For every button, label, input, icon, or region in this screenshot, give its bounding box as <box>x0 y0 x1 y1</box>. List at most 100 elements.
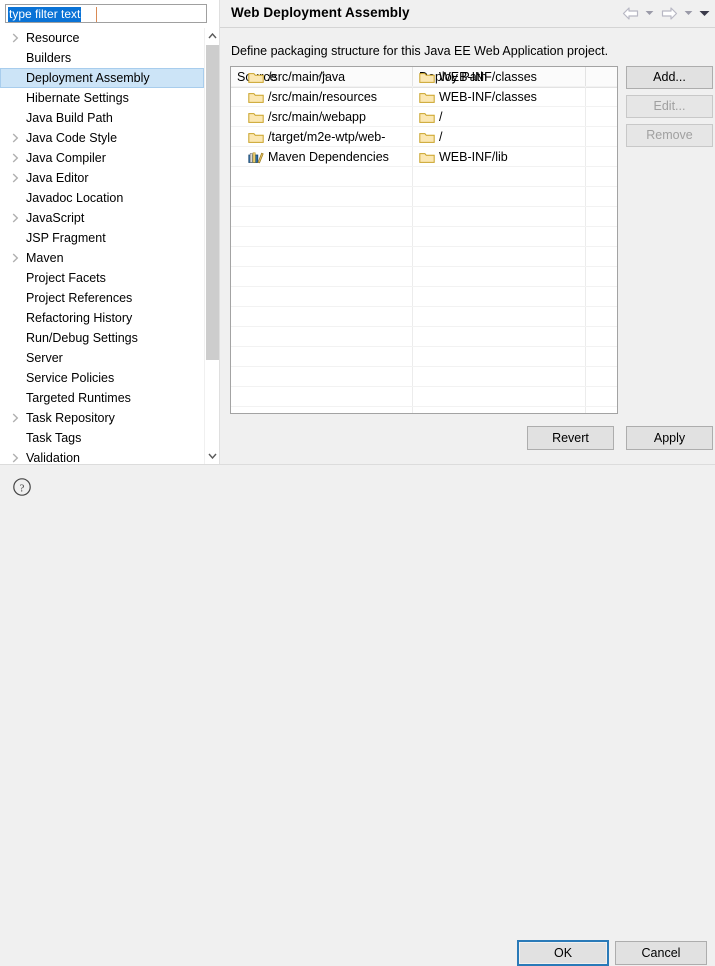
cell-deploy-path: / <box>413 127 585 147</box>
cell-source-text: Maven Dependencies <box>268 150 389 164</box>
table-row-empty[interactable] <box>231 307 617 327</box>
table-row-empty[interactable] <box>231 247 617 267</box>
folder-icon <box>248 70 264 84</box>
back-history-chevron-down-icon[interactable] <box>643 4 656 22</box>
tree-scrollbar[interactable] <box>204 28 220 464</box>
text-caret <box>96 7 97 22</box>
folder-icon <box>419 130 435 144</box>
tree-item-java-editor[interactable]: Java Editor <box>0 168 204 188</box>
tree-item-label: Task Tags <box>26 431 82 445</box>
cell-deploy-path: WEB-INF/classes <box>413 67 585 87</box>
folder-icon <box>248 90 264 104</box>
expander-chevron-right-icon[interactable] <box>9 28 21 48</box>
table-row-empty[interactable] <box>231 347 617 367</box>
expander-chevron-right-icon[interactable] <box>9 128 21 148</box>
cell-deploy-path: / <box>413 107 585 127</box>
scroll-down-icon[interactable] <box>205 448 220 464</box>
tree-item-label: Validation <box>26 451 80 464</box>
revert-button[interactable]: Revert <box>527 426 614 450</box>
assembly-table[interactable]: Source Deploy Path /src/main/javaWEB-INF… <box>230 66 618 414</box>
tree-item-label: Javadoc Location <box>26 191 124 205</box>
tree-item-label: Refactoring History <box>26 311 133 325</box>
library-icon <box>248 150 264 164</box>
tree-item-task-repository[interactable]: Task Repository <box>0 408 204 428</box>
ok-button[interactable]: OK <box>519 942 607 964</box>
cell-deploy-path-text: WEB-INF/classes <box>439 90 537 104</box>
table-row[interactable]: /src/main/webapp / <box>231 107 617 127</box>
ok-button-focus-ring[interactable]: OK <box>517 940 609 966</box>
tree-item-targeted-runtimes[interactable]: Targeted Runtimes <box>0 388 204 408</box>
tree-item-project-references[interactable]: Project References <box>0 288 204 308</box>
row-separator <box>231 406 617 407</box>
forward-arrow-icon[interactable] <box>659 4 679 22</box>
page-menu-chevron-down-filled-icon[interactable] <box>698 4 711 22</box>
table-row-empty[interactable] <box>231 187 617 207</box>
tree-item-javascript[interactable]: JavaScript <box>0 208 204 228</box>
tree-item-javadoc-location[interactable]: Javadoc Location <box>0 188 204 208</box>
tree-item-label: Project References <box>26 291 133 305</box>
tree-item-maven[interactable]: Maven <box>0 248 204 268</box>
cell-source: /src/main/resources <box>231 87 412 107</box>
expander-chevron-right-icon[interactable] <box>9 148 21 168</box>
table-row-empty[interactable] <box>231 227 617 247</box>
table-row[interactable]: /src/main/resources WEB-INF/classes <box>231 87 617 107</box>
table-row-empty[interactable] <box>231 267 617 287</box>
tree-item-java-build-path[interactable]: Java Build Path <box>0 108 204 128</box>
table-row-empty[interactable] <box>231 207 617 227</box>
expander-chevron-right-icon[interactable] <box>9 408 21 428</box>
table-row[interactable]: /target/m2e-wtp/web- / <box>231 127 617 147</box>
tree-item-label: Java Compiler <box>26 151 106 165</box>
tree-item-java-code-style[interactable]: Java Code Style <box>0 128 204 148</box>
cell-source-text: /target/m2e-wtp/web- <box>268 130 386 144</box>
tree-item-resource[interactable]: Resource <box>0 28 204 48</box>
expander-chevron-right-icon[interactable] <box>9 168 21 188</box>
tree-item-task-tags[interactable]: Task Tags <box>0 428 204 448</box>
folder-icon <box>419 150 435 164</box>
tree-item-validation[interactable]: Validation <box>0 448 204 464</box>
page-title: Web Deployment Assembly <box>231 5 410 20</box>
tree-item-project-facets[interactable]: Project Facets <box>0 268 204 288</box>
tree-item-run-debug-settings[interactable]: Run/Debug Settings <box>0 328 204 348</box>
cell-source-text: /src/main/webapp <box>268 110 366 124</box>
help-question-icon[interactable]: ? <box>12 477 32 497</box>
table-row[interactable]: /src/main/java WEB-INF/classes <box>231 67 617 87</box>
tree-item-label: Builders <box>26 51 72 65</box>
table-row-empty[interactable] <box>231 287 617 307</box>
tree-item-deployment-assembly[interactable]: Deployment Assembly <box>0 68 204 88</box>
filter-field-wrapper[interactable]: type filter text <box>5 4 207 23</box>
cell-source: /src/main/java <box>231 67 412 87</box>
table-row-empty[interactable] <box>231 367 617 387</box>
svg-text:?: ? <box>20 483 25 495</box>
folder-icon <box>419 110 435 124</box>
tree-item-label: Task Repository <box>26 411 115 425</box>
tree-item-refactoring-history[interactable]: Refactoring History <box>0 308 204 328</box>
cell-deploy-path: WEB-INF/lib <box>413 147 585 167</box>
back-arrow-icon[interactable] <box>620 4 640 22</box>
table-row[interactable]: Maven Dependencies WEB-INF/lib <box>231 147 617 167</box>
preferences-tree[interactable]: Resource Builders Deployment Assembly Hiber… <box>0 28 204 464</box>
table-row-empty[interactable] <box>231 387 617 407</box>
tree-item-hibernate-settings[interactable]: Hibernate Settings <box>0 88 204 108</box>
add-button[interactable]: Add... <box>626 66 713 89</box>
cancel-button[interactable]: Cancel <box>615 941 707 965</box>
scroll-up-icon[interactable] <box>205 28 220 44</box>
forward-history-chevron-down-icon[interactable] <box>682 4 695 22</box>
folder-icon <box>419 90 435 104</box>
tree-item-builders[interactable]: Builders <box>0 48 204 68</box>
table-row-empty[interactable] <box>231 327 617 347</box>
tree-item-label: Deployment Assembly <box>26 71 150 85</box>
page-panel: Web Deployment Assembly Define packaging… <box>220 0 715 464</box>
cell-deploy-path-text: WEB-INF/lib <box>439 150 508 164</box>
apply-button[interactable]: Apply <box>626 426 713 450</box>
expander-chevron-right-icon[interactable] <box>9 448 21 464</box>
cell-source: Maven Dependencies <box>231 147 412 167</box>
tree-item-jsp-fragment[interactable]: JSP Fragment <box>0 228 204 248</box>
expander-chevron-right-icon[interactable] <box>9 248 21 268</box>
cell-deploy-path-text: WEB-INF/classes <box>439 70 537 84</box>
tree-item-service-policies[interactable]: Service Policies <box>0 368 204 388</box>
scrollbar-thumb[interactable] <box>206 45 219 360</box>
tree-item-java-compiler[interactable]: Java Compiler <box>0 148 204 168</box>
table-row-empty[interactable] <box>231 167 617 187</box>
tree-item-server[interactable]: Server <box>0 348 204 368</box>
expander-chevron-right-icon[interactable] <box>9 208 21 228</box>
